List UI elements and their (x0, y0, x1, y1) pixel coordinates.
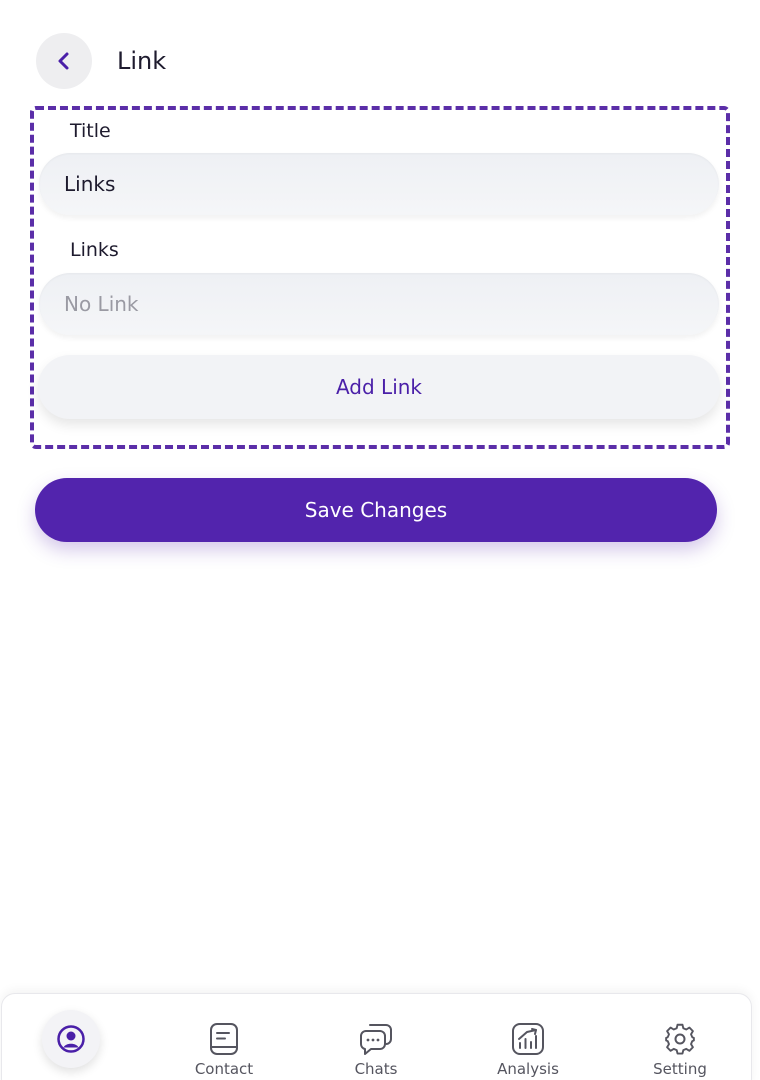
nav-item-analysis[interactable]: Analysis (468, 1022, 588, 1078)
contact-book-icon (208, 1022, 240, 1056)
link-form-section: Title Links Add Link (30, 106, 730, 449)
analysis-chart-icon (511, 1022, 545, 1056)
nav-item-setting[interactable]: Setting (620, 1022, 740, 1078)
nav-label-setting: Setting (653, 1060, 707, 1078)
title-input[interactable] (39, 153, 719, 215)
nav-label-contact: Contact (194, 1060, 254, 1078)
nav-item-chats[interactable]: Chats (316, 1022, 436, 1078)
back-button[interactable] (36, 33, 92, 89)
link-edit-screen: Link Title Links Add Link Save Changes (0, 0, 760, 1080)
links-input[interactable] (39, 273, 719, 335)
add-link-button[interactable]: Add Link (38, 355, 720, 419)
chevron-left-icon (54, 51, 74, 71)
save-changes-button[interactable]: Save Changes (35, 478, 717, 542)
header: Link (36, 33, 166, 89)
gear-icon (663, 1022, 697, 1056)
title-label: Title (70, 120, 111, 142)
chat-bubbles-icon (359, 1022, 393, 1056)
nav-label-analysis: Analysis (497, 1060, 559, 1078)
links-label: Links (70, 239, 119, 261)
bottom-navigation: Contact Chats Analysis Setting (1, 993, 752, 1080)
nav-item-contact[interactable]: Contact (164, 1022, 284, 1078)
page-title: Link (117, 47, 167, 75)
nav-label-chats: Chats (354, 1060, 398, 1078)
nav-profile-button[interactable] (42, 1010, 100, 1068)
user-circle-icon (56, 1024, 86, 1054)
